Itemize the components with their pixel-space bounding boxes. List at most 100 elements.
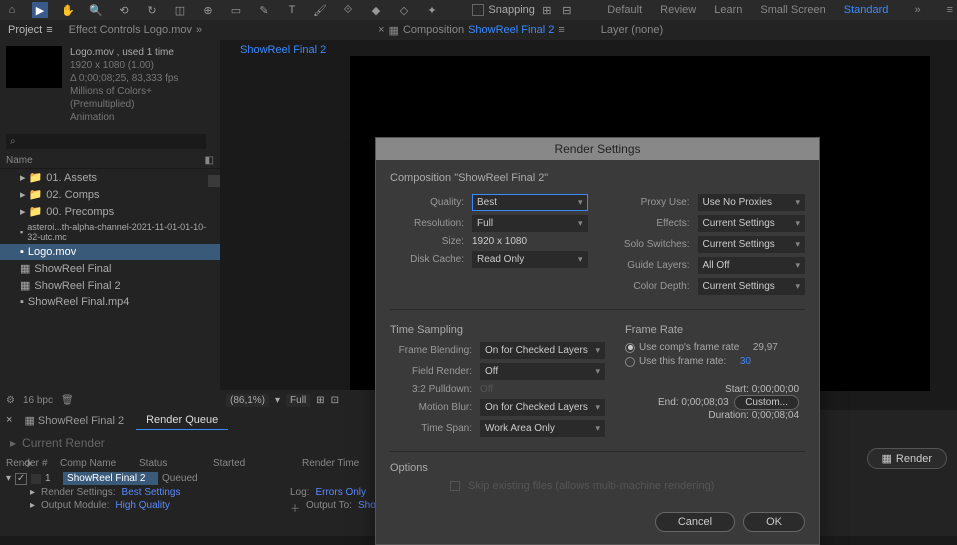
camera-tool-icon[interactable]: ◫ (172, 2, 188, 18)
solo-dropdown[interactable]: Current Settings (698, 236, 806, 253)
resolution-dropdown[interactable]: Full (286, 394, 310, 407)
shape-tool-icon[interactable]: ▭ (228, 2, 244, 18)
timeline-tab-comp[interactable]: ▦ ShowReel Final 2 (14, 411, 134, 430)
use-comp-fps-radio[interactable] (625, 343, 635, 353)
add-output-icon[interactable]: ＋ (290, 500, 300, 515)
rq-log-dropdown[interactable]: Errors Only (315, 487, 366, 498)
label-column-icon[interactable]: ◧ (205, 155, 214, 166)
skip-existing-label: Skip existing files (allows multi-machin… (468, 480, 714, 492)
end-value: 0;00;08;03 (681, 397, 728, 408)
project-footer: ⚙ 16 bpc 🗑 (0, 390, 220, 410)
rq-output-module-link[interactable]: High Quality (115, 500, 169, 511)
workspace-review[interactable]: Review (660, 4, 696, 16)
rotate-tool-icon[interactable]: ↻ (144, 2, 160, 18)
workspace-learn[interactable]: Learn (714, 4, 742, 16)
layer-panel-tab[interactable]: Layer (none) (593, 22, 671, 38)
timeline-menu-icon[interactable]: × (6, 414, 12, 426)
ok-button[interactable]: OK (743, 512, 805, 532)
this-fps-input[interactable]: 30 (740, 356, 805, 367)
field-render-dropdown[interactable]: Off (480, 363, 605, 380)
workspace-standard[interactable]: Standard (844, 4, 889, 16)
quality-dropdown[interactable]: Best (472, 194, 588, 211)
folder-comps[interactable]: ▸ 📁 02. Comps (0, 186, 220, 203)
folder-precomps[interactable]: ▸ 📁 00. Precomps (0, 203, 220, 220)
effect-controls-tab[interactable]: Effect Controls Logo.mov » (61, 22, 210, 38)
panel-menu-icon[interactable]: ≡ (558, 24, 564, 36)
puppet-tool-icon[interactable]: ✦ (424, 2, 440, 18)
zoom-tool-icon[interactable]: 🔍 (88, 2, 104, 18)
comp-showreel-final-2[interactable]: ▦ ShowReel Final 2 (0, 277, 220, 294)
open-comp-tab[interactable]: ShowReel Final 2 (240, 44, 326, 56)
duration-value: 0;00;08;04 (752, 410, 799, 421)
home-icon[interactable]: ⌂ (4, 2, 20, 18)
render-button[interactable]: ▦Render (867, 448, 947, 469)
panel-menu-icon[interactable]: ≡ (947, 4, 953, 16)
start-value: 0;00;00;00 (752, 384, 799, 395)
asset-color: Millions of Colors+ (Premultiplied) (70, 85, 214, 111)
rq-render-settings-link[interactable]: Best Settings (122, 487, 181, 498)
render-queue-tab[interactable]: Render Queue (136, 411, 228, 430)
effects-dropdown[interactable]: Current Settings (698, 215, 806, 232)
comp-icon: ▦ (389, 24, 399, 37)
rq-enable-checkbox[interactable]: ✓ (15, 473, 27, 485)
brush-tool-icon[interactable]: 🖌 (312, 2, 328, 18)
resolution-dropdown[interactable]: Full (472, 215, 588, 232)
rq-color-label[interactable] (31, 474, 41, 484)
zoom-dropdown[interactable]: (86,1%) (226, 394, 269, 407)
time-span-dropdown[interactable]: Work Area Only (480, 420, 605, 437)
frame-blending-dropdown[interactable]: On for Checked Layers (480, 342, 605, 359)
snap-opt2-icon[interactable]: ⊟ (559, 2, 575, 18)
use-this-fps-radio[interactable] (625, 357, 635, 367)
panel-menu-icon[interactable]: ≡ (46, 24, 52, 36)
snap-opt1-icon[interactable]: ⊞ (539, 2, 555, 18)
proxy-dropdown[interactable]: Use No Proxies (698, 194, 806, 211)
roto-tool-icon[interactable]: ◇ (396, 2, 412, 18)
asset-duration: Δ 0;00;08;25, 83,333 fps (70, 72, 214, 85)
orbit-tool-icon[interactable]: ⟲ (116, 2, 132, 18)
file-asteroid[interactable]: ▪ asteroi...th-alpha-channel-2021-11-01-… (0, 220, 220, 244)
type-tool-icon[interactable]: T (284, 2, 300, 18)
composition-panel-tab[interactable]: × ▦ Composition ShowReel Final 2 ≡ (370, 22, 573, 39)
skip-existing-checkbox (450, 481, 460, 491)
project-panel-tab[interactable]: Project ≡ (0, 22, 61, 38)
guide-dropdown[interactable]: All Off (698, 257, 806, 274)
color-depth-dropdown[interactable]: Current Settings (698, 278, 806, 295)
bpc-toggle[interactable]: 16 bpc (23, 395, 53, 406)
search-help-icon[interactable]: » (914, 4, 920, 16)
motion-blur-dropdown[interactable]: On for Checked Layers (480, 399, 605, 416)
disk-cache-dropdown[interactable]: Read Only (472, 251, 588, 268)
snapping-label: Snapping (488, 4, 535, 16)
folder-assets[interactable]: ▸ 📁 01. Assets (0, 169, 220, 186)
trash-icon[interactable]: 🗑 (61, 395, 74, 406)
file-showreel-mp4[interactable]: ▪ ShowReel Final.mp4 (0, 294, 220, 310)
selection-tool-icon[interactable]: ▶ (32, 2, 48, 18)
custom-timespan-button[interactable]: Custom... (734, 395, 799, 410)
scroll-up-button[interactable] (208, 175, 220, 187)
rq-comp-name[interactable]: ShowReel Final 2 (63, 472, 158, 485)
workspace-default[interactable]: Default (607, 4, 642, 16)
clone-tool-icon[interactable]: ⟐ (340, 2, 356, 18)
project-search-input[interactable] (6, 134, 206, 149)
options-label: Options (390, 462, 805, 474)
asset-dimensions: 1920 x 1080 (1.00) (70, 59, 214, 72)
viewer-opt2-icon[interactable]: ⊡ (331, 395, 339, 406)
hand-tool-icon[interactable]: ✋ (60, 2, 76, 18)
workspace-small[interactable]: Small Screen (760, 4, 825, 16)
file-logo[interactable]: ▪ Logo.mov (0, 244, 220, 260)
asset-info: Logo.mov , used 1 time 1920 x 1080 (1.00… (0, 40, 220, 130)
snapping-checkbox[interactable] (472, 4, 484, 16)
eraser-tool-icon[interactable]: ◆ (368, 2, 384, 18)
asset-thumbnail[interactable] (6, 46, 62, 88)
rq-status: Queued (162, 473, 232, 484)
secondary-bar: Project ≡ Effect Controls Logo.mov » × ▦… (0, 20, 957, 40)
project-column-header[interactable]: Name ◧ (0, 153, 220, 169)
pen-tool-icon[interactable]: ✎ (256, 2, 272, 18)
viewer-opt-icon[interactable]: ⊞ (316, 395, 324, 406)
composition-label: Composition "ShowReel Final 2" (390, 172, 805, 184)
pan-behind-icon[interactable]: ⊕ (200, 2, 216, 18)
time-sampling-label: Time Sampling (390, 324, 605, 336)
cancel-button[interactable]: Cancel (655, 512, 735, 532)
interpret-icon[interactable]: ⚙ (6, 395, 15, 406)
project-panel: Logo.mov , used 1 time 1920 x 1080 (1.00… (0, 40, 220, 410)
comp-showreel-final[interactable]: ▦ ShowReel Final (0, 260, 220, 277)
